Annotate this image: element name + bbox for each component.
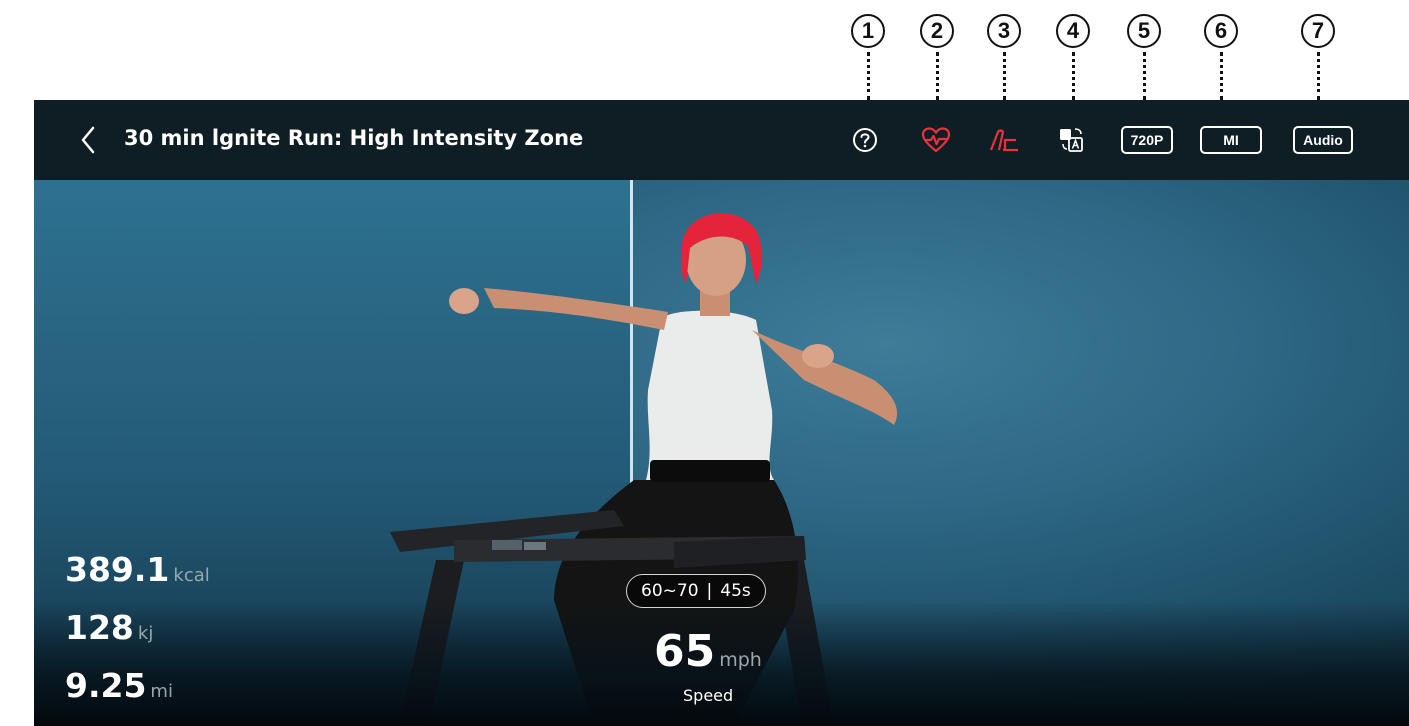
heart-rate-icon xyxy=(921,127,951,153)
video-quality-button[interactable]: 720P xyxy=(1121,126,1173,154)
incline-button[interactable] xyxy=(984,124,1024,156)
energy-value: 128 xyxy=(65,608,134,647)
intensity-zone-badge: 60~70 | 45s xyxy=(626,574,766,608)
callout-4: 4 xyxy=(1056,14,1090,100)
subtitle-translate-icon xyxy=(1060,128,1083,152)
callout-5: 5 xyxy=(1127,14,1161,100)
distance-unit: mi xyxy=(150,681,173,702)
calories-stat: 389.1 kcal xyxy=(65,550,210,589)
chevron-left-icon xyxy=(81,126,95,154)
help-button[interactable] xyxy=(847,124,883,156)
distance-value: 9.25 xyxy=(65,666,147,705)
callout-leader-line xyxy=(1219,52,1223,100)
callout-7: 7 xyxy=(1301,14,1335,100)
callout-leader-line xyxy=(935,52,939,100)
zone-separator: | xyxy=(706,581,713,601)
callout-leader-line xyxy=(1071,52,1075,100)
calories-value: 389.1 xyxy=(65,550,170,589)
instructor-tank-top xyxy=(646,310,774,480)
incline-icon xyxy=(989,129,1018,152)
instructor-fist-left xyxy=(449,288,479,314)
audio-button[interactable]: Audio xyxy=(1293,126,1353,154)
callout-number: 4 xyxy=(1056,14,1090,48)
help-icon xyxy=(853,128,877,152)
callout-number: 5 xyxy=(1127,14,1161,48)
instructor-belt xyxy=(650,460,770,482)
callout-2: 2 xyxy=(920,14,954,100)
back-button[interactable] xyxy=(74,124,102,156)
speed-unit: mph xyxy=(719,649,762,671)
subtitle-translate-button[interactable] xyxy=(1054,124,1090,156)
heart-rate-button[interactable] xyxy=(916,124,956,156)
workout-title: 30 min lgnite Run: High Intensity Zone xyxy=(124,126,584,150)
callout-number: 2 xyxy=(920,14,954,48)
callout-leader-line xyxy=(1142,52,1146,100)
callout-1: 1 xyxy=(851,14,885,100)
treadmill-display-button xyxy=(524,542,546,550)
callout-number: 7 xyxy=(1301,14,1335,48)
callout-number: 1 xyxy=(851,14,885,48)
treadmill-display xyxy=(492,540,522,550)
top-toolbar: 30 min lgnite Run: High Intensity Zone 7… xyxy=(34,100,1409,180)
workout-player: 30 min lgnite Run: High Intensity Zone 7… xyxy=(34,100,1409,726)
callout-leader-line xyxy=(1002,52,1006,100)
zone-remaining-time: 45s xyxy=(720,581,751,601)
energy-stat: 128 kj xyxy=(65,608,153,647)
speed-label: Speed xyxy=(683,686,734,705)
speed-readout: 65 mph xyxy=(654,626,762,677)
callout-leader-line xyxy=(1316,52,1320,100)
unit-toggle-button[interactable]: MI xyxy=(1200,126,1262,154)
energy-unit: kj xyxy=(137,623,154,644)
instructor-arm-left xyxy=(484,288,668,330)
calories-unit: kcal xyxy=(173,565,210,586)
callout-leader-line xyxy=(866,52,870,100)
callout-3: 3 xyxy=(987,14,1021,100)
instructor-arm-right xyxy=(752,330,898,425)
callout-number: 6 xyxy=(1204,14,1238,48)
instructor-hand-right xyxy=(802,344,834,368)
callout-number: 3 xyxy=(987,14,1021,48)
speed-value: 65 xyxy=(654,626,716,677)
callout-6: 6 xyxy=(1204,14,1238,100)
distance-stat: 9.25 mi xyxy=(65,666,173,705)
zone-range: 60~70 xyxy=(641,581,699,601)
